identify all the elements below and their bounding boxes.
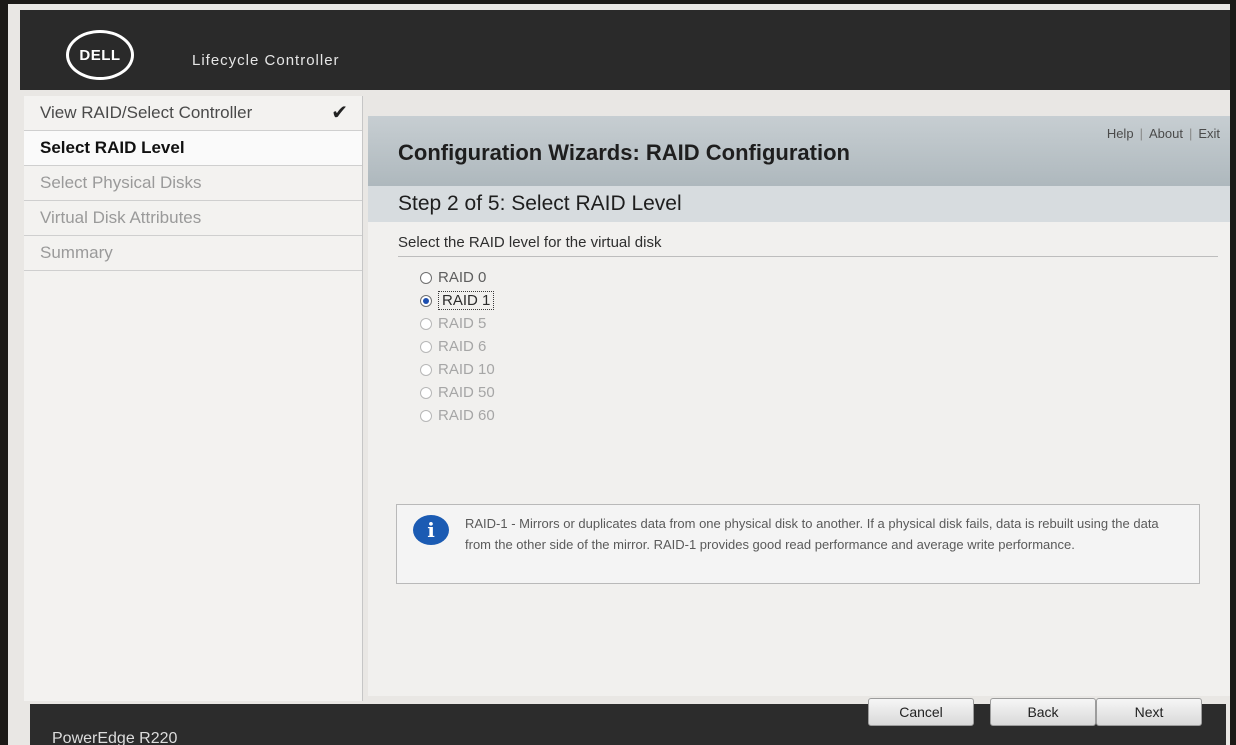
info-icon: i [413,515,449,545]
radio-label: RAID 0 [438,269,487,286]
radio-raid-5: RAID 5 [420,312,495,335]
top-links: Help | About | Exit [1107,126,1220,141]
sidebar-item-label: Summary [40,243,113,262]
radio-label: RAID 5 [438,315,487,332]
app-header: DELL Lifecycle Controller [20,10,1230,90]
radio-button [420,409,432,422]
sidebar-item-label: View RAID/Select Controller [40,103,253,122]
radio-raid-0[interactable]: RAID 0 [420,266,495,289]
page-title: Configuration Wizards: RAID Configuratio… [398,140,850,165]
radio-raid-50: RAID 50 [420,381,495,404]
radio-raid-60: RAID 60 [420,404,495,427]
radio-button [420,363,432,376]
sidebar-item-select-raid-level[interactable]: Select RAID Level [24,131,362,166]
back-button[interactable]: Back [990,698,1096,726]
instruction-text: Select the RAID level for the virtual di… [398,234,662,251]
checkmark-icon: ✔ [331,102,348,124]
cancel-button[interactable]: Cancel [868,698,974,726]
sidebar-item-summary: Summary [24,236,362,271]
radio-label: RAID 6 [438,338,487,355]
sidebar-item-label: Select RAID Level [40,138,185,157]
wizard-steps-sidebar: View RAID/Select Controller ✔ Select RAI… [24,96,363,701]
radio-button [420,317,432,330]
help-link[interactable]: Help [1107,126,1134,141]
main-panel: Configuration Wizards: RAID Configuratio… [368,116,1230,696]
step-heading: Step 2 of 5: Select RAID Level [398,192,682,215]
radio-raid-1[interactable]: RAID 1 [420,289,495,312]
sidebar-item-select-physical-disks: Select Physical Disks [24,166,362,201]
lifecycle-controller-screen: DELL Lifecycle Controller View RAID/Sele… [8,4,1230,745]
footer-bar: PowerEdge R220 Cancel Back Next [30,698,1226,745]
divider [398,256,1218,257]
exit-link[interactable]: Exit [1198,126,1220,141]
raid-info-box: i RAID-1 - Mirrors or duplicates data fr… [396,504,1200,584]
radio-raid-6: RAID 6 [420,335,495,358]
radio-button [420,386,432,399]
sidebar-item-virtual-disk-attributes: Virtual Disk Attributes [24,201,362,236]
next-button[interactable]: Next [1096,698,1202,726]
sidebar-item-label: Select Physical Disks [40,173,202,192]
title-band: Configuration Wizards: RAID Configuratio… [368,116,1230,186]
dell-logo: DELL [66,30,134,80]
radio-raid-10: RAID 10 [420,358,495,381]
raid-description: RAID-1 - Mirrors or duplicates data from… [465,516,1159,552]
radio-label: RAID 1 [438,291,495,310]
radio-button[interactable] [420,271,432,284]
server-model: PowerEdge R220 [52,730,178,745]
raid-level-options: RAID 0 RAID 1 RAID 5 RAID 6 RAID 10 RAID… [420,266,495,427]
radio-label: RAID 10 [438,361,495,378]
step-band: Step 2 of 5: Select RAID Level [368,186,1230,222]
radio-label: RAID 50 [438,384,495,401]
about-link[interactable]: About [1149,126,1183,141]
link-separator: | [1188,126,1193,141]
sidebar-item-label: Virtual Disk Attributes [40,208,202,227]
radio-button[interactable] [420,294,432,307]
radio-label: RAID 60 [438,407,495,424]
product-name: Lifecycle Controller [192,52,340,69]
radio-button [420,340,432,353]
link-separator: | [1139,126,1143,141]
sidebar-item-view-raid[interactable]: View RAID/Select Controller ✔ [24,96,362,131]
